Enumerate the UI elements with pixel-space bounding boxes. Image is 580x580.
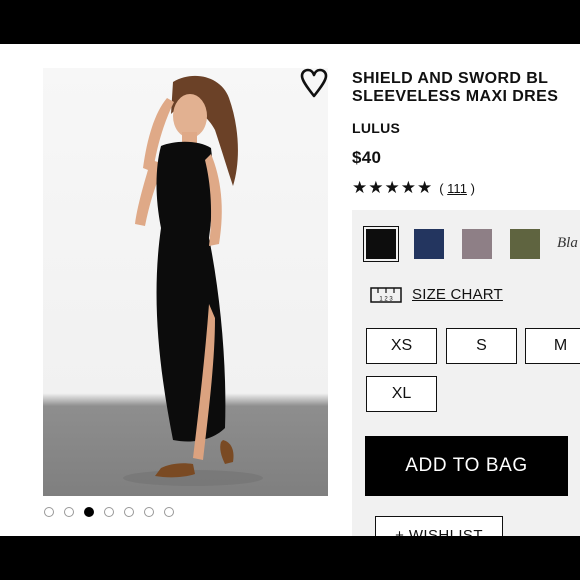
product-title-line-1: SHIELD AND SWORD BL [352,70,549,87]
color-swatch-olive[interactable] [510,229,540,259]
gallery-dot-6[interactable] [144,507,154,517]
gallery-dot-7[interactable] [164,507,174,517]
gallery-dot-4[interactable] [104,507,114,517]
review-count-close-paren: ) [470,180,475,196]
size-button-xl[interactable]: XL [366,376,437,412]
ruler-icon: 1 2 3 [370,286,402,303]
size-chart-label: SIZE CHART [412,286,503,303]
add-to-bag-button[interactable]: ADD TO BAG [365,436,568,496]
gallery-dot-5[interactable] [124,507,134,517]
ruler-icon-text: 1 2 3 [379,296,393,302]
color-swatch-taupe[interactable] [462,229,492,259]
model-illustration [123,75,263,486]
size-button-m[interactable]: M [525,328,580,364]
wishlist-button[interactable]: + WISHLIST [375,516,503,536]
selected-color-name: Bla [557,235,578,251]
product-rating[interactable]: ★★★★★ ( 111 ) [352,178,475,198]
size-button-xs[interactable]: XS [366,328,437,364]
product-page: SHIELD AND SWORD BL SLEEVELESS MAXI DRES… [0,44,580,536]
color-swatch-navy[interactable] [414,229,444,259]
favorite-heart-icon[interactable] [300,68,328,98]
review-count-number: 111 [447,180,467,196]
review-count-open-paren: ( [439,180,444,196]
product-photo[interactable] [43,68,328,496]
gallery-dot-1[interactable] [44,507,54,517]
product-brand[interactable]: LULUS [352,120,400,136]
size-button-s[interactable]: S [446,328,517,364]
rating-stars-icon: ★★★★★ [352,178,434,197]
gallery-dot-2[interactable] [64,507,74,517]
product-title: SHIELD AND SWORD BL SLEEVELESS MAXI DRES [352,70,580,106]
gallery-pagination [44,507,174,517]
product-price: $40 [352,148,382,167]
size-chart-link[interactable]: 1 2 3 SIZE CHART [370,286,503,303]
product-options-panel: Bla 1 2 3 SIZE CHART XS S M XL ADD TO BA… [352,210,580,536]
color-swatch-black[interactable] [363,226,399,262]
gallery-dot-3[interactable] [84,507,94,517]
review-count[interactable]: ( 111 ) [439,181,475,196]
product-title-line-2: SLEEVELESS MAXI DRES [352,88,559,105]
